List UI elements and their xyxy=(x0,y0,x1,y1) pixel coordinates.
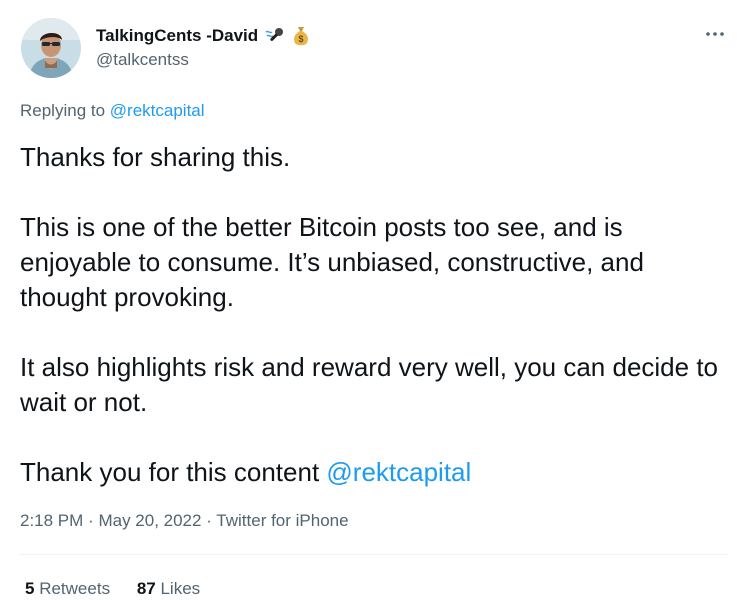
tweet-source[interactable]: Twitter for iPhone xyxy=(216,511,348,530)
likes-count: 87 xyxy=(136,579,156,598)
microphone-icon xyxy=(264,26,286,46)
tweet-detail: TalkingCents -David $ @talkcentss Replyi… xyxy=(0,0,748,600)
likes-label: Likes xyxy=(160,579,201,598)
retweets-stat[interactable]: 5 Retweets xyxy=(25,579,110,598)
retweets-count: 5 xyxy=(25,579,35,598)
tweet-paragraph: Thank you for this content @rektcapital xyxy=(20,455,732,490)
meta-separator: · xyxy=(88,511,94,530)
closing-mention-link[interactable]: @rektcapital xyxy=(326,457,471,487)
tweet-time[interactable]: 2:18 PM xyxy=(20,511,83,530)
svg-text:$: $ xyxy=(299,34,304,44)
tweet-paragraph: This is one of the better Bitcoin posts … xyxy=(20,212,644,312)
reply-mention-link[interactable]: @rektcapital xyxy=(110,101,205,120)
divider xyxy=(20,554,728,555)
replying-to: Replying to @rektcapital xyxy=(20,101,205,121)
likes-stat[interactable]: 87 Likes xyxy=(137,579,200,598)
author-name[interactable]: TalkingCents -David $ xyxy=(96,25,310,47)
tweet-stats: 5 Retweets 87 Likes xyxy=(25,579,222,599)
tweet-text: Thanks for sharing this. This is one of … xyxy=(20,140,732,490)
retweets-label: Retweets xyxy=(39,579,111,598)
tweet-closing-text: Thank you for this content xyxy=(20,457,320,487)
replying-to-label: Replying to xyxy=(20,101,106,120)
tweet-date[interactable]: May 20, 2022 xyxy=(98,511,201,530)
money-bag-icon: $ xyxy=(292,25,310,47)
author-handle[interactable]: @talkcentss xyxy=(96,50,189,70)
meta-separator: · xyxy=(206,511,212,530)
author-name-text: TalkingCents -David xyxy=(96,26,259,45)
tweet-paragraph: It also highlights risk and reward very … xyxy=(20,352,719,417)
avatar[interactable] xyxy=(21,18,81,78)
more-horizontal-icon xyxy=(706,32,724,36)
tweet-meta: 2:18 PM · May 20, 2022 · Twitter for iPh… xyxy=(20,511,349,531)
tweet-paragraph: Thanks for sharing this. xyxy=(20,142,291,172)
more-options-button[interactable] xyxy=(700,24,730,44)
